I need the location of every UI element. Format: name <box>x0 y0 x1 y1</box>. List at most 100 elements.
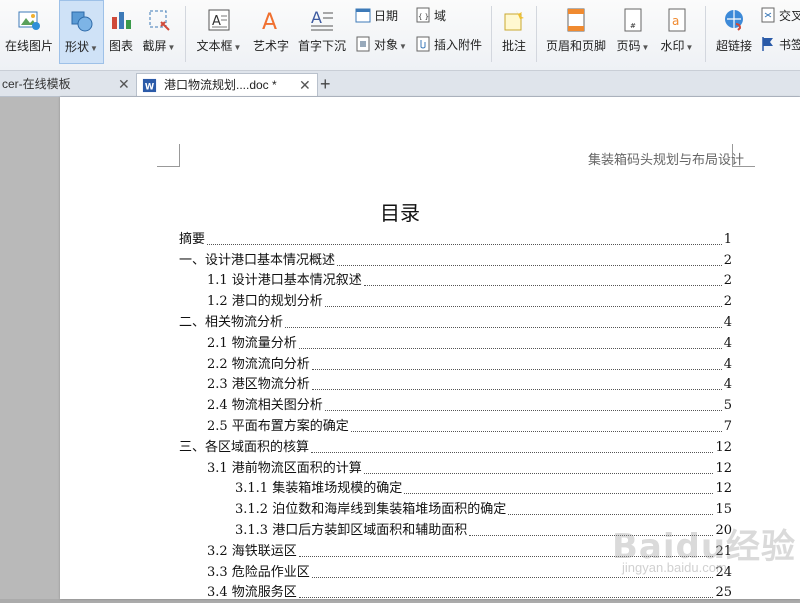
toc-entry-page: 7 <box>723 419 732 434</box>
svg-text:A: A <box>311 8 322 27</box>
tab-document[interactable]: W 港口物流规划....doc * ✕ <box>136 73 318 96</box>
toc-entry[interactable]: 2.2 物流流向分析 4 <box>207 355 732 375</box>
comment-label: 批注 <box>501 39 526 53</box>
toc-entry-page: 4 <box>723 336 732 351</box>
cross-ref-icon <box>761 7 775 23</box>
chevron-down-icon: ▼ <box>90 44 98 53</box>
close-icon[interactable]: ✕ <box>299 74 311 97</box>
textbox-icon: A <box>208 9 230 31</box>
toc-entry[interactable]: 2.5 平面布置方案的确定 7 <box>207 417 732 437</box>
page-number-icon: # <box>624 8 642 32</box>
chevron-down-icon: ▼ <box>233 43 242 52</box>
svg-text:#: # <box>630 22 636 30</box>
toc-entry[interactable]: 二、相关物流分析 4 <box>179 313 732 333</box>
insert-attachment-label: 插入附件 <box>434 38 483 52</box>
chevron-down-icon: ▼ <box>641 43 650 52</box>
bookmark-flag-icon <box>762 37 773 51</box>
toc-entry[interactable]: 3.4 物流服务区 25 <box>207 583 732 603</box>
page-number-button[interactable]: # 页码▼ <box>612 0 654 64</box>
toc-entry[interactable]: 三、各区域面积的核算 12 <box>179 438 732 458</box>
online-image-button[interactable]: 在线图片 <box>0 0 58 64</box>
svg-text:{ }: { } <box>418 13 429 21</box>
screenshot-icon <box>149 10 170 31</box>
toc-leader <box>363 285 722 286</box>
shape-label: 形状 <box>65 40 90 54</box>
toc-leader <box>207 244 722 245</box>
toc-entry-text: 3.2 海铁联运区 <box>207 544 297 559</box>
toc-entry[interactable]: 3.1.2 泊位数和海岸线到集装箱堆场面积的确定 15 <box>235 500 732 520</box>
tab-label: 港口物流规划....doc * <box>164 78 277 92</box>
toc-leader <box>298 348 722 349</box>
textbox-button[interactable]: A 文本框▼ <box>193 0 245 64</box>
svg-text:A: A <box>262 10 277 32</box>
toc-leader <box>337 265 722 266</box>
hyperlink-button[interactable]: 超链接 <box>712 0 756 64</box>
object-button[interactable]: 对象▼ <box>355 35 407 55</box>
toc-leader <box>311 389 722 390</box>
toc-entry-text: 二、相关物流分析 <box>179 315 284 330</box>
toc-entry[interactable]: 2.4 物流相关图分析 5 <box>207 396 732 416</box>
wordart-button[interactable]: A 艺术字 <box>248 0 294 64</box>
ribbon-divider <box>185 6 186 62</box>
comment-button[interactable]: 批注 <box>497 0 531 64</box>
new-tab-plus-icon[interactable]: + <box>320 73 340 96</box>
toc-entry-text: 2.4 物流相关图分析 <box>207 398 323 413</box>
toc-entry-text: 一、设计港口基本情况概述 <box>179 253 336 268</box>
chart-button[interactable]: 图表 <box>104 0 138 64</box>
toc-entry-text: 3.4 物流服务区 <box>207 585 297 600</box>
online-image-icon <box>18 11 40 30</box>
cross-ref-label: 交叉 <box>779 9 800 23</box>
toc-entry[interactable]: 一、设计港口基本情况概述 2 <box>179 251 732 271</box>
toc-entry[interactable]: 1.2 港口的规划分析 2 <box>207 292 732 312</box>
toc-entry-page: 25 <box>715 585 732 600</box>
header-footer-button[interactable]: 页眉和页脚 <box>543 0 609 64</box>
online-image-label: 在线图片 <box>4 39 53 53</box>
toc-entry[interactable]: 2.3 港区物流分析 4 <box>207 375 732 395</box>
toc-entry-page: 15 <box>715 502 732 517</box>
toc-entry[interactable]: 1.1 设计港口基本情况叙述 2 <box>207 271 732 291</box>
dropcap-label: 首字下沉 <box>297 39 346 53</box>
chevron-down-icon: ▼ <box>685 43 694 52</box>
toc-entry[interactable]: 摘要 1 <box>179 230 732 250</box>
toc-entry-text: 2.3 港区物流分析 <box>207 377 310 392</box>
toc-leader <box>311 452 714 453</box>
toc-entry-text: 2.5 平面布置方案的确定 <box>207 419 349 434</box>
object-label: 对象 <box>374 38 399 52</box>
bookmark-button[interactable]: 书签 <box>760 35 800 55</box>
toc-entry-page: 4 <box>723 357 732 372</box>
wordart-icon: A <box>262 10 277 32</box>
cross-ref-button[interactable]: 交叉 <box>760 6 800 26</box>
date-button[interactable]: 日期 <box>355 6 398 26</box>
toc-entry-page: 4 <box>723 377 732 392</box>
toc-title: 目录 <box>380 203 420 225</box>
toc-entry-text: 摘要 <box>179 232 206 247</box>
toc-entry-page: 12 <box>715 461 732 476</box>
dropcap-button[interactable]: A 首字下沉 <box>296 0 348 64</box>
tab-label: cer-在线模板 <box>2 77 71 91</box>
toc-leader <box>298 597 714 598</box>
toc-entry[interactable]: 2.1 物流量分析 4 <box>207 334 732 354</box>
tab-online-template[interactable]: cer-在线模板 ✕ <box>0 73 135 96</box>
toc-entry-text: 3.3 危险品作业区 <box>207 565 310 580</box>
ribbon-divider <box>491 6 492 62</box>
close-icon[interactable]: ✕ <box>118 73 130 96</box>
object-icon <box>356 36 370 52</box>
toc-entry[interactable]: 3.1.1 集装箱堆场规模的确定 12 <box>235 479 732 499</box>
insert-attachment-button[interactable]: 插入附件 <box>415 35 482 55</box>
toc-entry-page: 4 <box>723 315 732 330</box>
shape-button[interactable]: 形状▼ <box>59 0 104 64</box>
toc-leader <box>311 369 722 370</box>
toc-entry-page: 12 <box>715 481 732 496</box>
bookmark-label: 书签 <box>779 38 800 52</box>
watermark-button[interactable]: a 水印▼ <box>656 0 698 64</box>
header-footer-label: 页眉和页脚 <box>545 39 606 53</box>
field-button[interactable]: { } 域 <box>415 6 446 26</box>
page-number-label: 页码 <box>616 39 641 53</box>
toc-entry[interactable]: 3.1 港前物流区面积的计算 12 <box>207 459 732 479</box>
shape-icon <box>71 11 92 32</box>
toc-entry-text: 3.1 港前物流区面积的计算 <box>207 461 362 476</box>
header-footer-icon <box>567 8 585 32</box>
screenshot-button[interactable]: 截屏▼ <box>139 0 179 64</box>
toc-leader <box>311 577 714 578</box>
toc-entry-text: 3.1.3 港口后方装卸区域面积和辅助面积 <box>235 523 468 538</box>
